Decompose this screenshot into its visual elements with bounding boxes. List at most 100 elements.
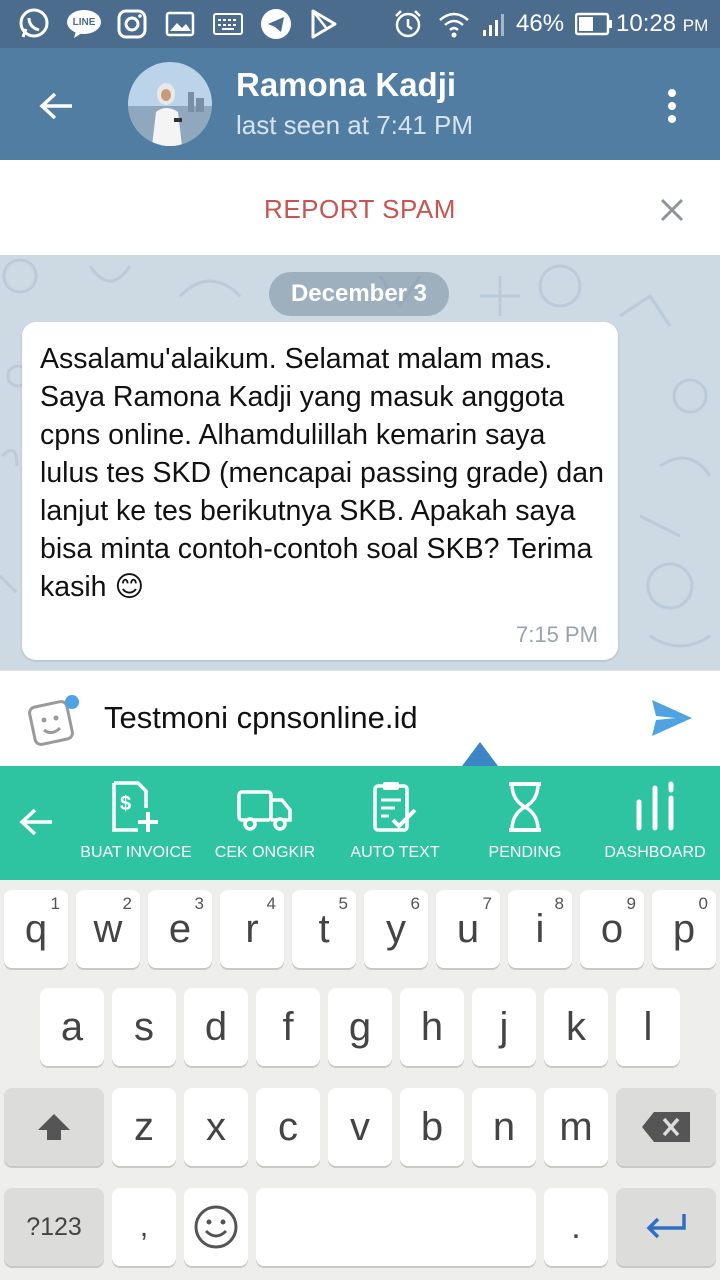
key-t-number: 5 [338,894,348,913]
key-o-number: 9 [626,894,636,913]
date-separator: December 3 [269,272,449,316]
space-key[interactable] [256,1188,536,1266]
cek-ongkir-button[interactable]: CEK ONGKIR [200,780,330,862]
avatar[interactable] [128,62,212,146]
backspace-icon [642,1112,690,1142]
more-vertical-icon [668,89,676,123]
key-o[interactable]: o9 [580,890,644,968]
shift-arrow-icon [38,1114,70,1140]
key-j[interactable]: j [472,988,536,1066]
svg-text:$: $ [120,793,131,815]
key-p[interactable]: p0 [652,890,716,968]
key-o-label: o [600,906,624,951]
symbols-key[interactable]: ?123 [4,1188,104,1266]
clock-time: 10:28 [616,10,677,37]
key-i[interactable]: i8 [508,890,572,968]
key-r-label: r [245,906,259,951]
key-d[interactable]: d [184,988,248,1066]
wifi-icon [438,8,470,40]
key-q-number: 1 [50,894,60,913]
close-report-button[interactable] [652,190,692,230]
period-key[interactable]: . [544,1188,608,1266]
key-h[interactable]: h [400,988,464,1066]
key-w[interactable]: w2 [76,890,140,968]
gallery-icon [164,8,196,40]
report-spam-button[interactable]: REPORT SPAM [0,194,720,225]
back-button[interactable] [32,82,80,130]
auto-text-label: AUTO TEXT [350,844,440,861]
key-e-label: e [168,906,192,951]
auto-text-button[interactable]: AUTO TEXT [330,780,460,862]
backspace-key[interactable] [616,1088,716,1166]
keyboard-icon [212,8,244,40]
comma-key[interactable]: , [112,1188,176,1266]
key-z[interactable]: z [112,1088,176,1166]
play-store-icon [308,8,340,40]
key-t[interactable]: t5 [292,890,356,968]
arrow-left-icon [19,808,52,836]
arrow-left-icon [39,92,72,120]
message-text: Assalamu'alaikum. Selamat malam mas. Say… [40,343,604,603]
toolbar-back-button[interactable] [14,800,58,844]
bar-chart-icon [636,781,674,831]
key-w-number: 2 [122,894,132,913]
whatsapp-icon [18,8,50,40]
sticker-button[interactable] [28,694,82,746]
key-c[interactable]: c [256,1088,320,1166]
key-p-label: p [672,906,696,951]
key-l[interactable]: l [616,988,680,1066]
key-u-number: 7 [482,894,492,913]
enter-key[interactable] [616,1188,716,1266]
key-q[interactable]: q1 [4,890,68,968]
key-u-label: u [456,906,480,951]
line-icon-label: LINE [72,17,96,28]
signal-icon [480,8,512,40]
key-p-number: 0 [698,894,708,913]
last-seen-status: last seen at 7:41 PM [236,110,474,140]
pending-label: PENDING [488,844,562,861]
line-icon: LINE [66,8,102,40]
shift-key[interactable] [4,1088,104,1166]
key-a[interactable]: a [40,988,104,1066]
hourglass-icon [509,782,541,832]
instagram-icon [116,8,148,40]
key-e[interactable]: e3 [148,890,212,968]
key-n[interactable]: n [472,1088,536,1166]
key-g[interactable]: g [328,988,392,1066]
clipboard-check-icon [373,782,417,832]
key-y[interactable]: y6 [364,890,428,968]
more-options-button[interactable] [654,82,690,130]
key-x[interactable]: x [184,1088,248,1166]
key-w-label: w [93,906,123,951]
key-m[interactable]: m [544,1088,608,1166]
key-i-label: i [535,906,545,951]
alarm-icon [392,8,424,40]
emoji-smile-icon [194,1205,238,1249]
battery-percent: 46% [516,10,565,37]
truck-icon [237,790,292,831]
contact-name[interactable]: Ramona Kadji [236,66,456,104]
key-f[interactable]: f [256,988,320,1066]
key-s[interactable]: s [112,988,176,1066]
clock: 10:28 PM [616,10,708,38]
message-input[interactable]: Testmoni cpnsonline.id [104,700,418,736]
key-k[interactable]: k [544,988,608,1066]
pending-button[interactable]: PENDING [460,780,590,862]
dashboard-button[interactable]: DASHBOARD [590,780,720,862]
key-t-label: t [318,906,330,951]
key-b[interactable]: b [400,1088,464,1166]
send-button[interactable] [646,694,698,742]
key-u[interactable]: u7 [436,890,500,968]
key-r-number: 4 [266,894,276,913]
buat-invoice-button[interactable]: $ BUAT INVOICE [71,780,201,862]
key-q-label: q [24,906,48,951]
dashboard-label: DASHBOARD [604,844,706,861]
key-i-number: 8 [554,894,564,913]
status-bar: LINE 46% 10:28 PM [0,0,720,48]
key-v[interactable]: v [328,1088,392,1166]
clock-suffix: PM [682,16,709,35]
key-y-number: 6 [410,894,420,913]
key-y-label: y [386,906,406,951]
emoji-key[interactable] [184,1188,248,1266]
key-r[interactable]: r4 [220,890,284,968]
